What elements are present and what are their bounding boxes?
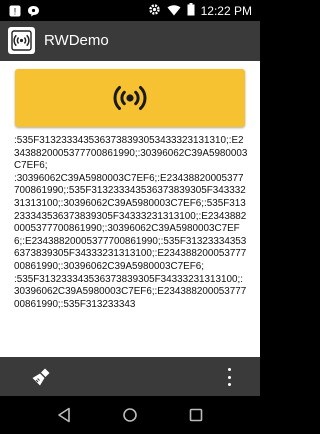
read-tags-button[interactable] <box>15 69 245 127</box>
status-left: ! <box>9 4 40 22</box>
more-vert-icon[interactable] <box>224 367 234 387</box>
home-icon[interactable] <box>121 406 139 424</box>
status-right: 12:22 PM <box>148 3 252 19</box>
recents-icon[interactable] <box>187 406 205 424</box>
main-content: :535F3132333435363738393053433323131310;… <box>0 61 260 357</box>
rfid-scan-icon <box>113 86 147 110</box>
status-bar: ! 12:22 PM <box>0 0 260 21</box>
clock: 12:22 PM <box>200 4 252 18</box>
chat-bubble-icon <box>27 4 40 22</box>
back-icon[interactable] <box>55 406 73 424</box>
app-bar: RWDemo <box>0 21 260 61</box>
battery-icon <box>187 3 195 19</box>
svg-text:!: ! <box>14 7 17 17</box>
nav-bar <box>0 396 260 434</box>
tag-log-text[interactable]: :535F3132333435363738393053433323131310;… <box>14 135 248 353</box>
bottom-toolbar <box>0 357 260 396</box>
notification-icon: ! <box>9 4 21 22</box>
wifi-icon <box>167 4 181 19</box>
settings-icon <box>148 3 161 19</box>
app-title: RWDemo <box>44 32 109 49</box>
broom-icon[interactable] <box>31 367 51 387</box>
nfc-reader-icon <box>8 27 35 54</box>
